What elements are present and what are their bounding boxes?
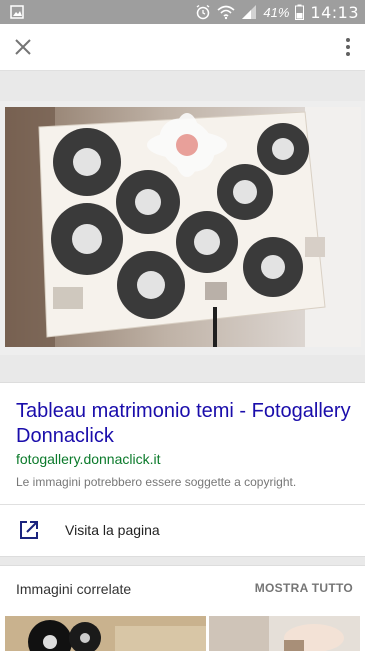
related-thumbnail[interactable] [5, 616, 206, 651]
alarm-icon [196, 4, 210, 20]
open-external-icon [20, 521, 38, 539]
related-images-title: Immagini correlate [16, 581, 132, 597]
status-bar: 41% 14:13 [0, 0, 365, 24]
battery-percentage: 41% [263, 4, 290, 20]
related-thumbnail[interactable] [209, 616, 360, 651]
clock: 14:13 [310, 2, 359, 22]
more-options-icon[interactable] [343, 36, 353, 58]
top-app-bar [0, 24, 365, 71]
result-title[interactable]: Tableau matrimonio temi - Fotogallery Do… [16, 399, 351, 449]
main-image[interactable] [5, 107, 361, 347]
thumbnail-image [209, 616, 360, 651]
result-url[interactable]: fotogallery.donnaclick.it [16, 451, 160, 467]
result-card: Tableau matrimonio temi - Fotogallery Do… [0, 382, 365, 557]
image-preview-area [0, 101, 365, 355]
battery-icon [295, 4, 305, 20]
related-images-section: Immagini correlate MOSTRA TUTTO [0, 565, 365, 651]
spacer [0, 71, 365, 101]
signal-icon [242, 5, 257, 19]
thumbnail-image [5, 616, 206, 651]
copyright-notice: Le immagini potrebbero essere soggette a… [16, 475, 297, 489]
close-icon[interactable] [12, 36, 34, 58]
gallery-notification-icon [10, 5, 24, 19]
visit-page-button[interactable]: Visita la pagina [0, 505, 365, 556]
wifi-icon [217, 5, 235, 20]
visit-page-label: Visita la pagina [65, 522, 160, 538]
show-all-button[interactable]: MOSTRA TUTTO [255, 581, 353, 595]
